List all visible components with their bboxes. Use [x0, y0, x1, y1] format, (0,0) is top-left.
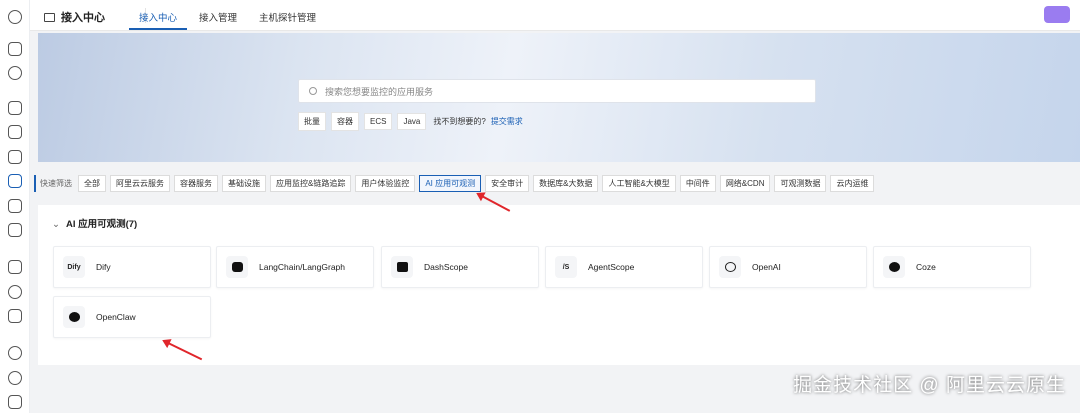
cloud-logo-icon[interactable]: [8, 10, 22, 24]
card-name: LangChain/LangGraph: [259, 262, 346, 272]
filter-middleware[interactable]: 中间件: [679, 175, 716, 192]
langchain-logo-icon: [226, 256, 248, 278]
card-name: AgentScope: [588, 262, 635, 272]
quick-tag-ecs[interactable]: ECS: [364, 113, 393, 130]
card-name: OpenAI: [752, 262, 781, 272]
app-title: 接入中心: [44, 9, 105, 25]
search-placeholder: 搜索您想要监控的应用服务: [325, 86, 434, 97]
monitor-icon: [44, 12, 55, 22]
card-name: OpenClaw: [96, 312, 136, 322]
search-app-icon[interactable]: [8, 66, 22, 80]
quick-tag-java[interactable]: Java: [397, 113, 427, 130]
monitor-icon[interactable]: [8, 174, 22, 188]
submit-request-link[interactable]: 提交需求: [491, 116, 523, 127]
globe-icon[interactable]: [8, 285, 22, 299]
tab-access-center[interactable]: 接入中心: [139, 10, 177, 24]
banner: 搜索您想要监控的应用服务 批量 容器 ECS Java 找不到想要的? 提交需求: [38, 33, 1080, 162]
dify-logo-icon: Dify: [63, 256, 85, 278]
card-dashscope[interactable]: DashScope: [381, 246, 539, 288]
filter-container[interactable]: 容器服务: [174, 175, 218, 192]
settings-icon[interactable]: [8, 395, 22, 409]
filter-security[interactable]: 安全审计: [485, 175, 530, 192]
screen-icon[interactable]: [8, 309, 22, 323]
filter-all[interactable]: 全部: [78, 175, 106, 192]
openclaw-logo-icon: [63, 306, 85, 328]
agentscope-logo-icon: /S: [555, 256, 577, 278]
tab-host-probe-management[interactable]: 主机探针管理: [259, 10, 316, 24]
ai-assistant-button[interactable]: [1044, 6, 1070, 23]
card-name: Dify: [96, 262, 111, 272]
coze-logo-icon: [883, 256, 905, 278]
quick-tag-batch[interactable]: 批量: [298, 112, 326, 131]
filter-apm[interactable]: 应用监控&链路追踪: [270, 175, 352, 192]
chevron-down-icon: ⌄: [52, 219, 60, 230]
dashboard-icon[interactable]: [8, 260, 22, 274]
card-openai[interactable]: OpenAI: [709, 246, 867, 288]
cloud-icon[interactable]: [8, 223, 22, 237]
filter-observability-data[interactable]: 可观测数据: [774, 175, 827, 192]
card-coze[interactable]: Coze: [873, 246, 1031, 288]
section-title[interactable]: ⌄ AI 应用可观测(7): [52, 216, 137, 230]
card-langchain[interactable]: LangChain/LangGraph: [216, 246, 374, 288]
card-dify[interactable]: Dify Dify: [53, 246, 211, 288]
card-name: DashScope: [424, 262, 468, 272]
search-icon: [309, 87, 317, 95]
filter-infra[interactable]: 基础设施: [222, 175, 266, 192]
filter-ai-observability[interactable]: AI 应用可观测: [419, 175, 482, 192]
filter-ai-llm[interactable]: 人工智能&大模型: [602, 175, 676, 192]
sidebar: [0, 0, 30, 413]
filter-label: 快速筛选: [40, 179, 72, 188]
tools-icon[interactable]: [8, 150, 22, 164]
scan-icon[interactable]: [8, 125, 22, 139]
nodes-icon[interactable]: [8, 371, 22, 385]
card-name: Coze: [916, 262, 936, 272]
alert-icon[interactable]: [8, 199, 22, 213]
tab-access-management[interactable]: 接入管理: [199, 10, 237, 24]
filter-alicloud[interactable]: 阿里云云服务: [110, 175, 170, 192]
top-header: 接入中心 接入中心 接入管理 主机探针管理: [30, 0, 1080, 31]
quick-tag-container[interactable]: 容器: [331, 112, 359, 131]
app-title-text: 接入中心: [61, 12, 105, 24]
ai-observability-section: ⌄ AI 应用可观测(7) Dify Dify LangChain/LangGrap…: [38, 205, 1080, 365]
search-input[interactable]: 搜索您想要监控的应用服务: [298, 79, 816, 103]
home-icon[interactable]: [8, 42, 22, 56]
quick-tags: 批量 容器 ECS Java 找不到想要的? 提交需求: [298, 112, 523, 131]
filter-database[interactable]: 数据库&大数据: [533, 175, 599, 192]
card-agentscope[interactable]: /S AgentScope: [545, 246, 703, 288]
quick-filter-bar: 快速筛选 全部 阿里云云服务 容器服务 基础设施 应用监控&链路追踪 用户体验监…: [34, 175, 875, 192]
section-title-text: AI 应用可观测(7): [65, 219, 138, 230]
active-tab-indicator: [129, 28, 187, 30]
brain-icon[interactable]: [8, 346, 22, 360]
watermark: 掘金技术社区 @ 阿里云云原生: [793, 375, 1066, 396]
hint-text: 找不到想要的?: [433, 117, 486, 126]
openai-logo-icon: [719, 256, 741, 278]
filter-rum[interactable]: 用户体验监控: [355, 175, 416, 192]
filter-cloud-ops[interactable]: 云内运维: [830, 175, 875, 192]
cube-icon[interactable]: [8, 101, 22, 115]
filter-network[interactable]: 网络&CDN: [719, 175, 771, 192]
card-openclaw[interactable]: OpenClaw: [53, 296, 211, 338]
dashscope-logo-icon: [391, 256, 413, 278]
